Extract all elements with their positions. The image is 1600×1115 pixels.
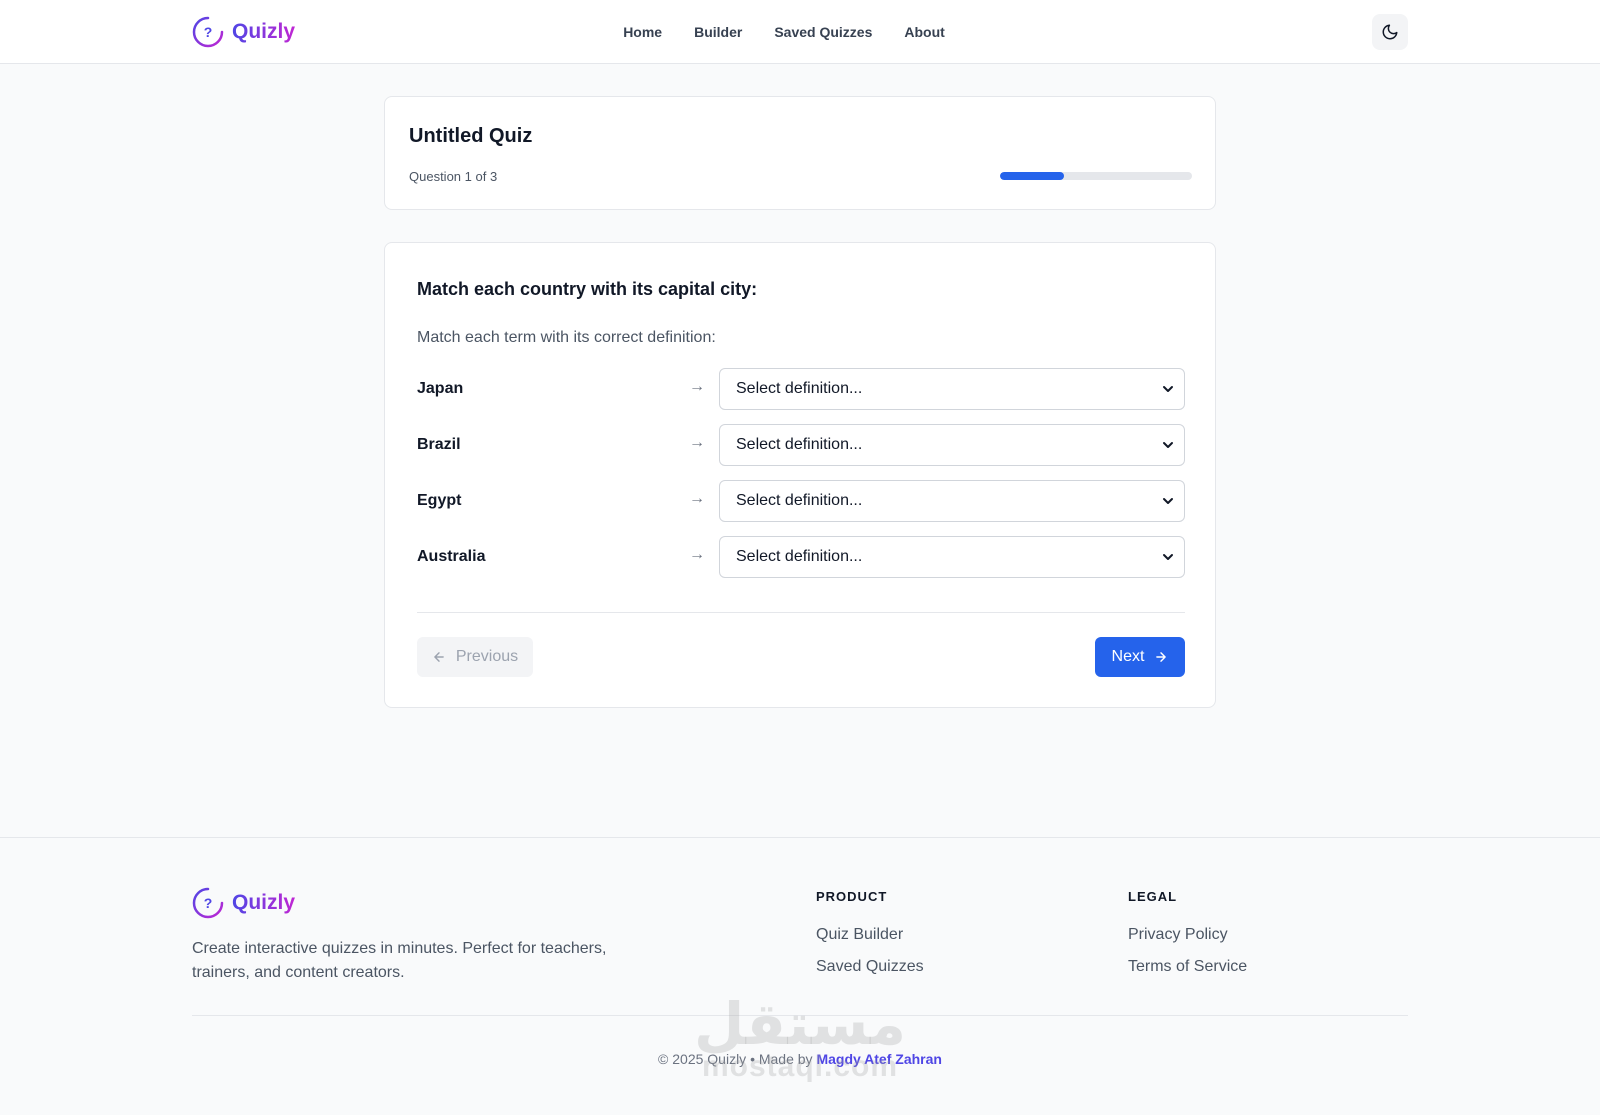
footer-legal-heading: LEGAL [1128, 889, 1178, 904]
theme-toggle-button[interactable] [1372, 14, 1408, 50]
site-header: ? Quizly Home Builder Saved Quizzes Abou… [0, 0, 1600, 64]
logo-mark-glyph: ? [203, 24, 213, 40]
match-term: Brazil [417, 436, 461, 453]
author-link[interactable]: Magdy Atef Zahran [816, 1051, 942, 1067]
definition-select[interactable]: Select definition... [719, 424, 1185, 466]
nav-about[interactable]: About [904, 24, 944, 40]
previous-button[interactable]: Previous [417, 637, 533, 677]
arrow-left-icon [434, 652, 444, 662]
footer-link-quiz-builder[interactable]: Quiz Builder [816, 926, 903, 944]
next-button[interactable]: Next [1095, 637, 1185, 677]
header-logo[interactable]: ? Quizly [192, 16, 295, 48]
nav-saved-quizzes[interactable]: Saved Quizzes [774, 24, 872, 40]
question-counter: Question 1 of 3 [409, 169, 498, 184]
chevron-down-icon [1163, 498, 1173, 504]
match-row: Egypt → Select definition... [417, 480, 1185, 522]
match-arrow: → [689, 434, 705, 451]
select-value: Select definition... [736, 492, 863, 509]
footer-divider [192, 1015, 1408, 1016]
nav-builder[interactable]: Builder [694, 24, 742, 40]
moon-icon [1382, 24, 1398, 40]
match-row: Brazil → Select definition... [417, 424, 1185, 466]
match-term: Egypt [417, 492, 462, 509]
nav-home[interactable]: Home [623, 24, 662, 40]
chevron-down-icon [1163, 554, 1173, 560]
footer-link-saved-quizzes[interactable]: Saved Quizzes [816, 958, 924, 976]
select-value: Select definition... [736, 436, 863, 453]
question-card: Match each country with its capital city… [384, 242, 1216, 708]
footer-logo[interactable]: ? Quizly [192, 887, 295, 919]
question-prompt: Match each country with its capital city… [417, 279, 758, 299]
footer-link-privacy-policy[interactable]: Privacy Policy [1128, 926, 1228, 944]
definition-select[interactable]: Select definition... [719, 368, 1185, 410]
match-row: Japan → Select definition... [417, 368, 1185, 410]
definition-select[interactable]: Select definition... [719, 536, 1185, 578]
definition-select[interactable]: Select definition... [719, 480, 1185, 522]
quiz-title: Untitled Quiz [409, 125, 533, 147]
card-divider [417, 612, 1185, 613]
copyright: © 2025 Quizly • Made by Magdy Atef Zahra… [0, 1051, 1600, 1067]
footer-description: Create interactive quizzes in minutes. P… [192, 940, 607, 981]
next-label: Next [1111, 648, 1145, 665]
match-arrow: → [689, 546, 705, 563]
select-value: Select definition... [736, 548, 863, 565]
select-value: Select definition... [736, 380, 863, 397]
match-arrow: → [689, 378, 705, 395]
footer-link-terms-of-service[interactable]: Terms of Service [1128, 958, 1247, 976]
progress-bar [1000, 172, 1192, 180]
site-footer: ? Quizly Create interactive quizzes in m… [0, 837, 1600, 1115]
progress-fill [1000, 172, 1064, 180]
match-row: Australia → Select definition... [417, 536, 1185, 578]
brand-name: Quizly [232, 891, 296, 914]
logo-mark-glyph: ? [203, 895, 213, 911]
copyright-text: © 2025 Quizly • Made by [658, 1051, 813, 1067]
logo-mark-icon: ? [192, 887, 224, 919]
arrow-right-icon [1156, 652, 1167, 662]
chevron-down-icon [1163, 442, 1173, 448]
logo-mark-icon: ? [192, 16, 224, 48]
match-term: Australia [417, 548, 486, 565]
chevron-down-icon [1163, 386, 1173, 392]
question-instructions: Match each term with its correct definit… [417, 329, 716, 346]
quiz-header-card: Untitled Quiz Question 1 of 3 [384, 96, 1216, 210]
footer-product-heading: PRODUCT [816, 889, 888, 904]
brand-name: Quizly [232, 20, 296, 43]
match-arrow: → [689, 490, 705, 507]
match-term: Japan [417, 380, 464, 397]
previous-label: Previous [455, 648, 519, 665]
